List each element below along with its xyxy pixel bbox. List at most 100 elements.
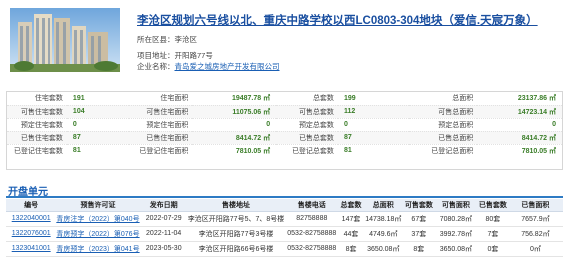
- presale-permit-link[interactable]: 青房预字（2022）第076号: [56, 231, 139, 238]
- stat-value: 104: [66, 105, 129, 119]
- units-cell: 青房注字（2022）第040号: [56, 211, 140, 227]
- stat-value: 87: [337, 131, 410, 145]
- stat-label: 已登记住宅面积: [139, 147, 189, 155]
- stat-label: 可售总套数: [276, 105, 338, 119]
- units-cell: 8套: [403, 241, 434, 257]
- units-column-header: 编号: [6, 199, 57, 212]
- units-cell: 8套: [339, 241, 363, 257]
- stat-value: 0: [337, 118, 410, 132]
- units-column-header: 总面积: [362, 199, 404, 212]
- presale-permit-link[interactable]: 青房预字（2023）第041号: [56, 246, 139, 253]
- units-cell: 1323041001: [6, 241, 57, 257]
- units-cell: 147套: [339, 211, 363, 227]
- stat-label: 可售住宅套数: [7, 105, 67, 119]
- unit-id-link[interactable]: 1322040001: [12, 215, 51, 222]
- district-label: 所在区县：: [137, 35, 175, 44]
- units-column-header: 可售面积: [433, 199, 478, 212]
- units-cell: 37套: [403, 226, 434, 242]
- units-column-header: 已售套数: [477, 199, 508, 212]
- units-cell: 李沧区开阳路77号3号楼: [187, 226, 285, 242]
- stats-row: 可售住宅套数 104 可售住宅面积 11075.06 ㎡可售总套数 112 可售总面积 14…: [7, 105, 562, 119]
- units-cell: 0套: [477, 241, 508, 257]
- stats-row: 预定住宅套数 0 预定住宅面积 0 预定总套数 0 预定总面积 0: [7, 118, 562, 132]
- units-cell: 李沧区开阳路66号6号楼: [187, 241, 285, 257]
- address-line: 项目地址：开阳路77号: [137, 50, 213, 61]
- address-label: 项目地址：: [137, 51, 175, 60]
- units-column-header: 售楼电话: [284, 199, 340, 212]
- units-cell: 3650.08㎡: [433, 241, 478, 257]
- stat-label: 预定住宅套数: [7, 118, 67, 132]
- stat-value: 14723.14 ㎡: [477, 105, 562, 119]
- stat-value: 87: [66, 131, 129, 145]
- stat-value: 8414.72 ㎡: [477, 131, 562, 145]
- stat-value: 19487.78 ㎡: [192, 92, 277, 106]
- unit-id-link[interactable]: 1322076001: [12, 230, 51, 237]
- units-cell: 1322076001: [6, 226, 57, 242]
- stat-label: 可售住宅面积: [128, 105, 193, 119]
- stat-label: 预定住宅面积: [128, 118, 193, 132]
- company-link[interactable]: 青岛爱之城房地产开发有限公司: [175, 62, 280, 71]
- units-cell: 青房预字（2022）第076号: [56, 226, 140, 242]
- stat-value: 81: [343, 147, 352, 155]
- units-header-row: 编号 预售许可证 发布日期 售楼地址 售楼电话 总套数 总面积 可售套数 可售面积 已售套数 已售面…: [6, 199, 563, 212]
- stat-label: 已售总面积: [409, 131, 478, 145]
- project-photo[interactable]: [10, 8, 120, 72]
- stat-label: 已售总套数: [276, 131, 338, 145]
- units-column-header: 预售许可证: [56, 199, 140, 212]
- stat-label: 预定总套数: [276, 118, 338, 132]
- stat-value: 199: [337, 92, 410, 106]
- units-cell: 0532-82758888: [284, 226, 340, 242]
- units-table: 编号 预售许可证 发布日期 售楼地址 售楼电话 总套数 总面积 可售套数 可售面积 已售套数 已售面…: [6, 199, 563, 257]
- stat-value: 0: [192, 118, 277, 132]
- units-column-header: 已售面积: [507, 199, 563, 212]
- stat-value: 8414.72 ㎡: [192, 131, 277, 145]
- company-label: 企业名称：: [137, 62, 175, 71]
- stat-value: 0: [477, 118, 562, 132]
- unit-id-link[interactable]: 1323041001: [12, 245, 51, 252]
- units-cell: 7套: [477, 226, 508, 242]
- units-cell: 青房预字（2023）第041号: [56, 241, 140, 257]
- stat-value: 81: [72, 147, 81, 155]
- units-cell: 44套: [339, 226, 363, 242]
- stat-value: 191: [66, 92, 129, 106]
- district-value: 李沧区: [174, 35, 198, 44]
- units-cell: 1322040001: [6, 211, 57, 227]
- stat-label: 可售总面积: [409, 105, 478, 119]
- table-row: 1322076001 青房预字（2022）第076号 2022-11-04 李沧区开阳…: [6, 226, 563, 242]
- units-cell: 0㎡: [507, 241, 563, 257]
- presale-permit-link[interactable]: 青房注字（2022）第040号: [56, 216, 139, 223]
- stat-label: 总面积: [409, 92, 478, 106]
- units-cell: 3992.78㎡: [433, 226, 478, 242]
- stat-value: 7810.05 ㎡: [521, 147, 556, 155]
- units-cell: 3650.08㎡: [362, 241, 404, 257]
- stat-value: 112: [337, 105, 410, 119]
- building-photo-icon: [10, 8, 120, 72]
- stats-row: 已登记住宅套数 81 已登记住宅面积 7810.05 ㎡ 已登记总套数 81 已登记总面积 7…: [7, 144, 562, 157]
- units-cell: 4749.6㎡: [362, 226, 404, 242]
- units-cell: 2022-11-04: [139, 226, 188, 242]
- units-cell: 7080.28㎡: [433, 211, 478, 227]
- stat-label: 已登记总面积: [431, 147, 474, 155]
- project-stats-panel: 住宅套数 191 住宅面积 19487.78 ㎡总套数 199 总面积 23137.86 ㎡…: [6, 91, 563, 170]
- stat-value: 11075.06 ㎡: [192, 105, 277, 119]
- units-column-header: 可售套数: [403, 199, 434, 212]
- section-divider: [6, 196, 563, 198]
- stat-label: 已售住宅套数: [7, 131, 67, 145]
- units-cell: 80套: [477, 211, 508, 227]
- stat-label: 已售住宅面积: [128, 131, 193, 145]
- units-cell: 7657.9㎡: [507, 211, 563, 227]
- stat-label: 住宅面积: [128, 92, 193, 106]
- project-stats-table: 住宅套数 191 住宅面积 19487.78 ㎡总套数 199 总面积 23137.86 ㎡…: [7, 92, 562, 157]
- stat-value: 23137.86 ㎡: [477, 92, 562, 106]
- stat-label: 已登记住宅套数: [13, 147, 63, 155]
- units-cell: 李沧区开阳路77号5、7、8号楼: [187, 211, 285, 227]
- units-cell: 14738.18㎡: [362, 211, 404, 227]
- district-line: 所在区县：李沧区: [137, 34, 197, 45]
- stats-row: 已售住宅套数 87 已售住宅面积 8414.72 ㎡已售总套数 87 已售总面积 8414.…: [7, 131, 562, 145]
- units-cell: 756.82㎡: [507, 226, 563, 242]
- units-cell: 67套: [403, 211, 434, 227]
- units-cell: 0532-82758888: [284, 241, 340, 257]
- project-title[interactable]: 李沧区规划六号线以北、重庆中路学校以西LC0803-304地块（爱信.天宸万象）: [137, 12, 538, 28]
- stat-label: 已登记总套数: [291, 147, 334, 155]
- stat-label: 总套数: [276, 92, 338, 106]
